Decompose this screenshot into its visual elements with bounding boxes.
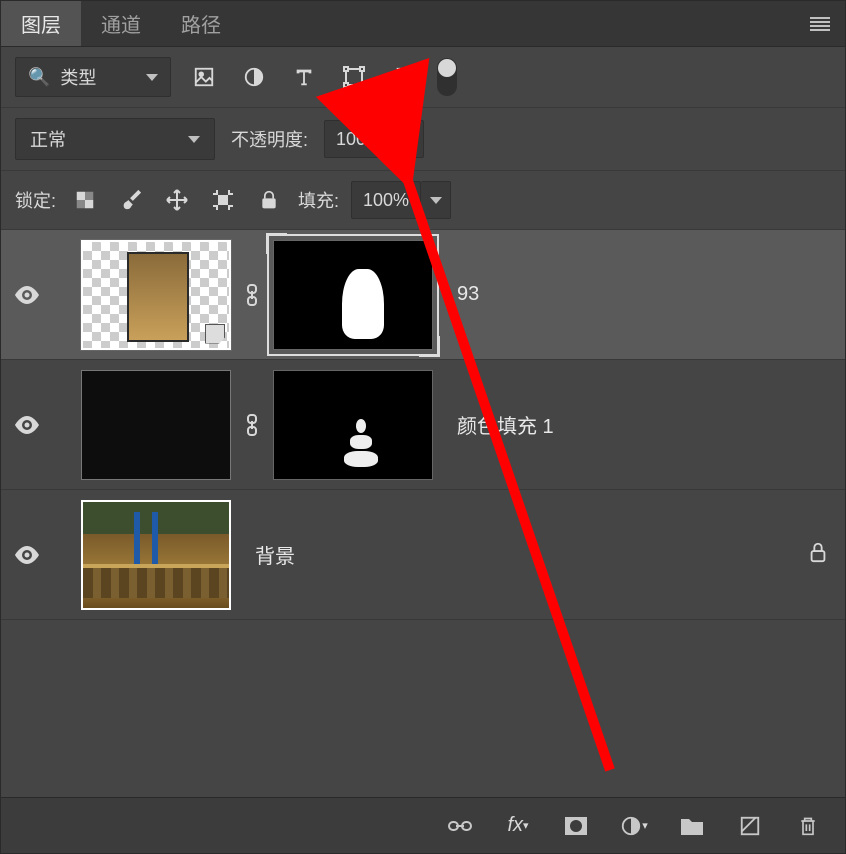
- tab-paths[interactable]: 路径: [161, 1, 241, 46]
- lock-all-icon[interactable]: [252, 183, 286, 217]
- link-layers-button[interactable]: [443, 809, 477, 843]
- layer-thumbnail[interactable]: [81, 240, 231, 350]
- layers-list: 93 颜色填充 1 背景: [1, 230, 845, 797]
- link-icon[interactable]: [239, 414, 265, 436]
- filter-row: 🔍 类型: [1, 47, 845, 108]
- tab-layers[interactable]: 图层: [1, 1, 81, 46]
- layer-row[interactable]: 93: [1, 230, 845, 360]
- visibility-toggle[interactable]: [9, 546, 45, 564]
- blend-mode-select[interactable]: 正常: [15, 118, 215, 160]
- filter-type-icon[interactable]: [287, 60, 321, 94]
- chevron-down-icon: [146, 74, 158, 81]
- tab-channels[interactable]: 通道: [81, 1, 161, 46]
- layer-thumbnail[interactable]: [81, 500, 231, 610]
- hamburger-icon: [810, 17, 830, 31]
- chevron-down-icon: [403, 136, 415, 143]
- lock-icon: [807, 540, 829, 569]
- search-icon: 🔍: [28, 67, 50, 88]
- new-adjustment-button[interactable]: ▾: [617, 809, 651, 843]
- filter-type-label: 类型: [60, 64, 96, 90]
- lock-label: 锁定:: [15, 187, 56, 213]
- link-icon[interactable]: [239, 284, 265, 306]
- blend-mode-label: 正常: [30, 126, 66, 152]
- add-mask-button[interactable]: [559, 809, 593, 843]
- filter-adjustment-icon[interactable]: [237, 60, 271, 94]
- filter-toggle[interactable]: [437, 58, 457, 96]
- fill-label: 填充:: [298, 187, 339, 213]
- chevron-down-icon: [430, 197, 442, 204]
- lock-artboard-icon[interactable]: [206, 183, 240, 217]
- panel-footer: fx▾ ▾: [1, 797, 845, 853]
- layer-mask-thumbnail[interactable]: [273, 370, 433, 480]
- opacity-input[interactable]: 100%: [324, 120, 394, 158]
- layer-row[interactable]: 颜色填充 1: [1, 360, 845, 490]
- layer-name[interactable]: 背景: [255, 540, 295, 569]
- visibility-toggle[interactable]: [9, 416, 45, 434]
- new-group-button[interactable]: [675, 809, 709, 843]
- lock-transparency-icon[interactable]: [68, 183, 102, 217]
- fill-input[interactable]: 100%: [351, 181, 421, 219]
- fill-dropdown[interactable]: [421, 181, 451, 219]
- lock-position-icon[interactable]: [160, 183, 194, 217]
- layer-mask-thumbnail[interactable]: [273, 240, 433, 350]
- filter-type-select[interactable]: 🔍 类型: [15, 57, 171, 97]
- filter-pixel-icon[interactable]: [187, 60, 221, 94]
- filter-smartobject-icon[interactable]: [387, 60, 421, 94]
- filter-shape-icon[interactable]: [337, 60, 371, 94]
- lock-row: 锁定: 填充: 100%: [1, 171, 845, 230]
- chevron-down-icon: [188, 136, 200, 143]
- visibility-toggle[interactable]: [9, 286, 45, 304]
- opacity-dropdown[interactable]: [394, 120, 424, 158]
- layer-name[interactable]: 颜色填充 1: [457, 410, 554, 439]
- layer-name[interactable]: 93: [457, 283, 479, 306]
- blend-row: 正常 不透明度: 100%: [1, 108, 845, 171]
- delete-layer-button[interactable]: [791, 809, 825, 843]
- layer-row[interactable]: 背景: [1, 490, 845, 620]
- opacity-label: 不透明度:: [231, 126, 308, 152]
- fx-button[interactable]: fx▾: [501, 809, 535, 843]
- panel-tabs: 图层 通道 路径: [1, 1, 845, 47]
- lock-brush-icon[interactable]: [114, 183, 148, 217]
- panel-menu-button[interactable]: [795, 1, 845, 46]
- layer-thumbnail[interactable]: [81, 370, 231, 480]
- new-layer-button[interactable]: [733, 809, 767, 843]
